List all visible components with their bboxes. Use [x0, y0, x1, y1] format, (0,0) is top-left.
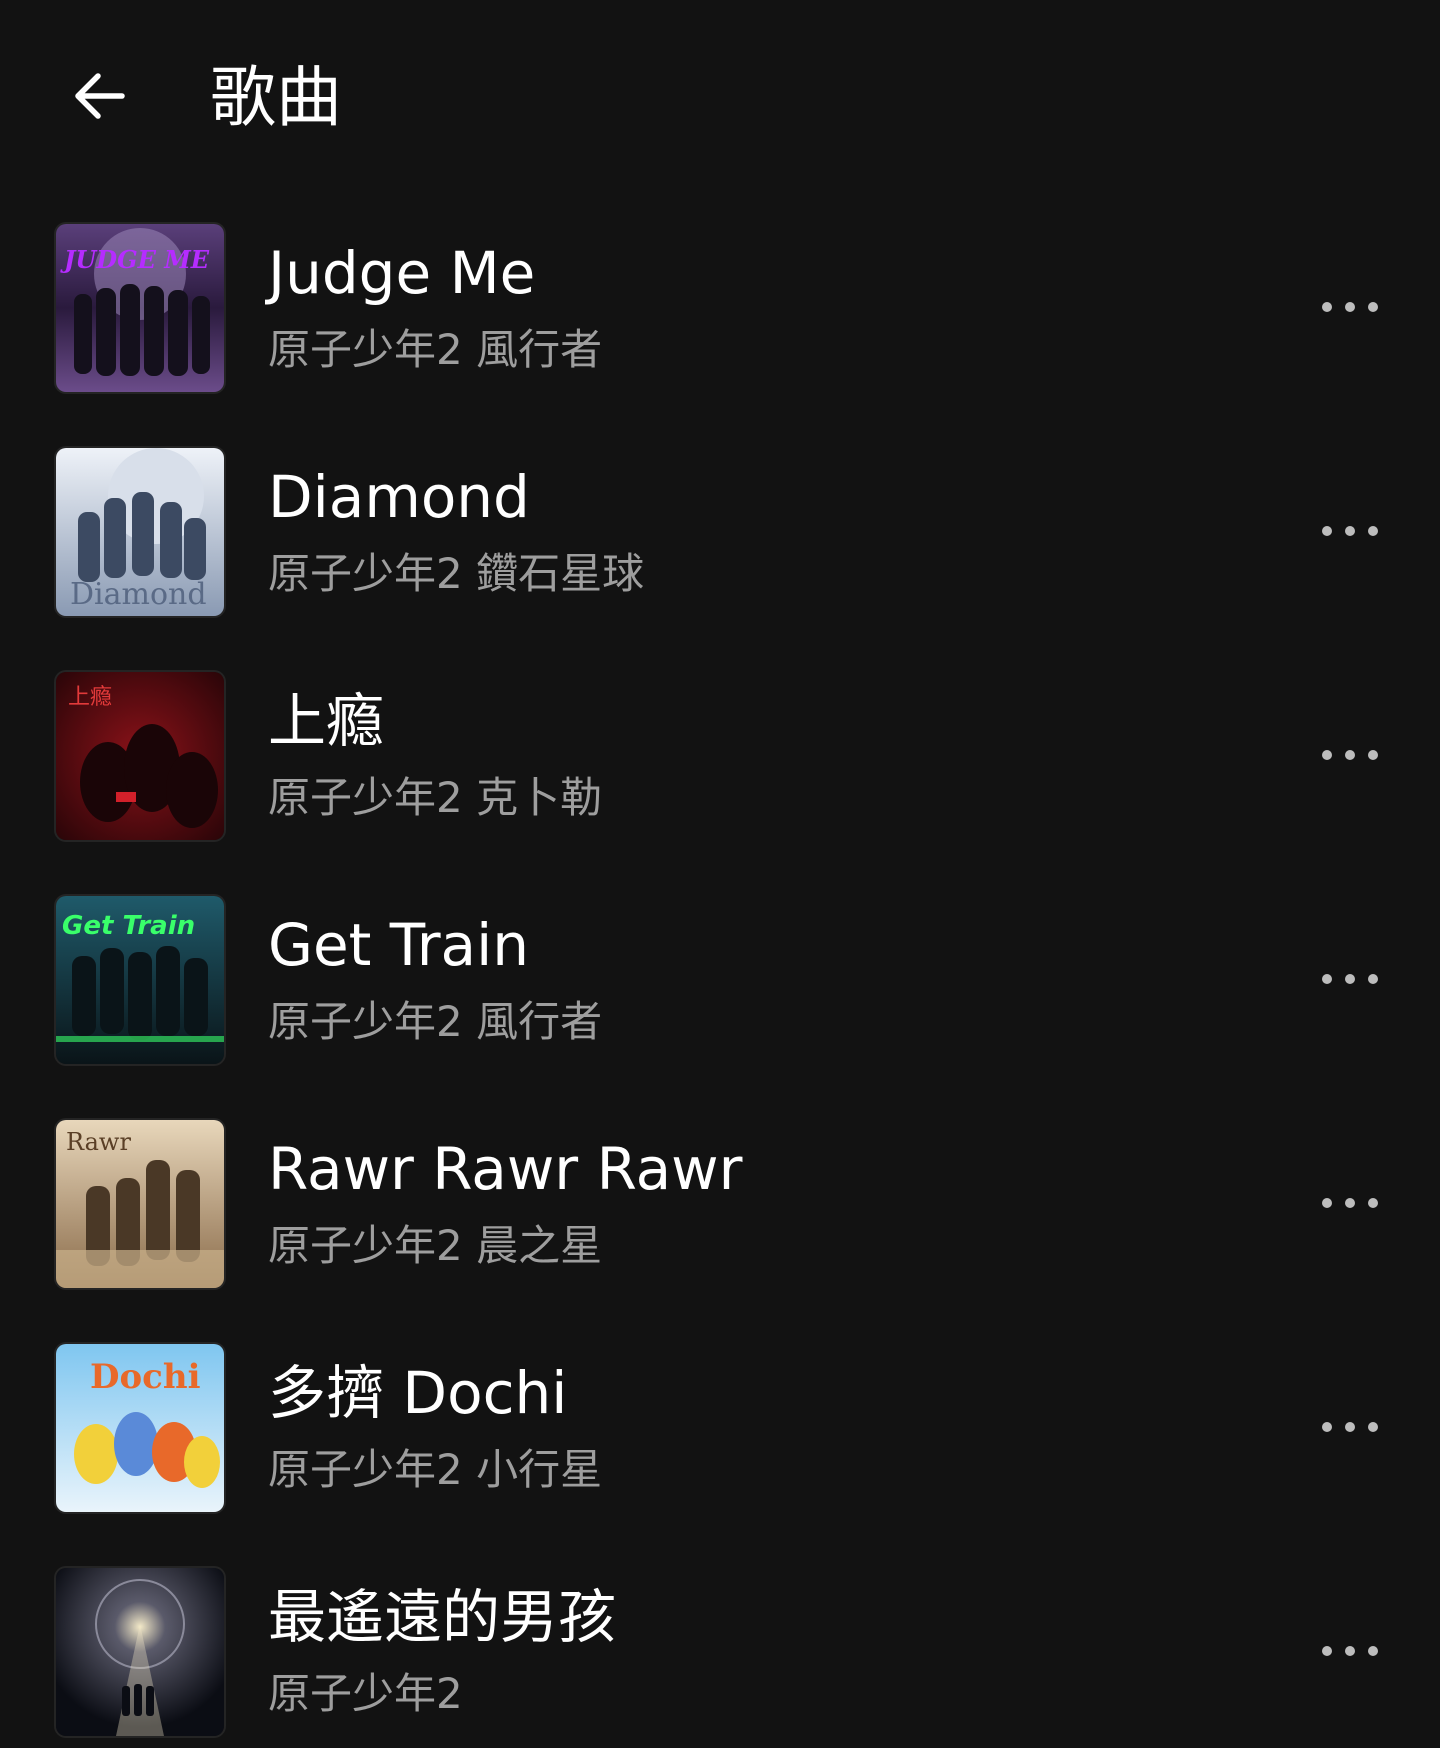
page-title: 歌曲: [210, 59, 342, 136]
song-title: 多擠 Dochi: [268, 1359, 568, 1427]
song-title: Diamond: [268, 463, 530, 531]
cover-text: Dochi: [90, 1357, 201, 1397]
song-artist: 原子少年2 小行星: [268, 1445, 603, 1494]
song-row-shang-yin[interactable]: 上瘾 上瘾 原子少年2 克卜勒: [0, 670, 1440, 894]
song-row-diamond[interactable]: Diamond Diamond 原子少年2 鑽石星球: [0, 446, 1440, 670]
album-cover: 上瘾: [56, 672, 224, 840]
more-options-button[interactable]: [1308, 726, 1392, 786]
song-row-dochi[interactable]: Dochi 多擠 Dochi 原子少年2 小行星: [0, 1342, 1440, 1566]
more-horizontal-icon: [1320, 299, 1380, 318]
arrow-left-icon: [70, 66, 130, 130]
album-cover: Dochi: [56, 1344, 224, 1512]
song-artist: 原子少年2 晨之星: [268, 1221, 603, 1270]
more-options-button[interactable]: [1308, 950, 1392, 1010]
album-cover: Rawr: [56, 1120, 224, 1288]
album-cover: Diamond: [56, 448, 224, 616]
album-cover: [56, 1568, 224, 1736]
song-title: 最遙遠的男孩: [268, 1583, 617, 1651]
song-artist: 原子少年2: [268, 1669, 463, 1718]
song-artist: 原子少年2 鑽石星球: [268, 549, 645, 598]
cover-text: Get Train: [62, 911, 195, 941]
more-horizontal-icon: [1320, 1195, 1380, 1214]
more-options-button[interactable]: [1308, 1622, 1392, 1682]
song-artist: 原子少年2 克卜勒: [268, 773, 603, 822]
more-horizontal-icon: [1320, 1419, 1380, 1438]
cover-text: Diamond: [70, 577, 207, 612]
song-title: 上瘾: [268, 687, 385, 755]
cover-text: Rawr: [66, 1128, 131, 1156]
song-title: Judge Me: [268, 239, 536, 307]
cover-text: 上瘾: [68, 685, 112, 710]
back-button[interactable]: [62, 60, 138, 136]
song-row-farthest-boy[interactable]: 最遙遠的男孩 原子少年2: [0, 1566, 1440, 1748]
song-row-rawr-rawr-rawr[interactable]: Rawr Rawr Rawr Rawr 原子少年2 晨之星: [0, 1118, 1440, 1342]
more-horizontal-icon: [1320, 1643, 1380, 1662]
app-screen: 歌曲 JUDGE ME Judge Me 原子少年2 風行者 Diamond D…: [0, 0, 1440, 1748]
more-horizontal-icon: [1320, 971, 1380, 990]
song-list: JUDGE ME Judge Me 原子少年2 風行者 Diamond Diam…: [0, 222, 1440, 1748]
header: 歌曲: [0, 0, 1440, 200]
more-horizontal-icon: [1320, 747, 1380, 766]
album-cover: JUDGE ME: [56, 224, 224, 392]
album-cover: Get Train: [56, 896, 224, 1064]
song-artist: 原子少年2 風行者: [268, 997, 603, 1046]
more-options-button[interactable]: [1308, 1398, 1392, 1458]
cover-text: JUDGE ME: [60, 245, 210, 274]
song-artist: 原子少年2 風行者: [268, 325, 603, 374]
more-options-button[interactable]: [1308, 1174, 1392, 1234]
more-options-button[interactable]: [1308, 502, 1392, 562]
more-options-button[interactable]: [1308, 278, 1392, 338]
more-horizontal-icon: [1320, 523, 1380, 542]
song-title: Get Train: [268, 911, 529, 979]
song-title: Rawr Rawr Rawr: [268, 1135, 743, 1203]
song-row-judge-me[interactable]: JUDGE ME Judge Me 原子少年2 風行者: [0, 222, 1440, 446]
song-row-get-train[interactable]: Get Train Get Train 原子少年2 風行者: [0, 894, 1440, 1118]
